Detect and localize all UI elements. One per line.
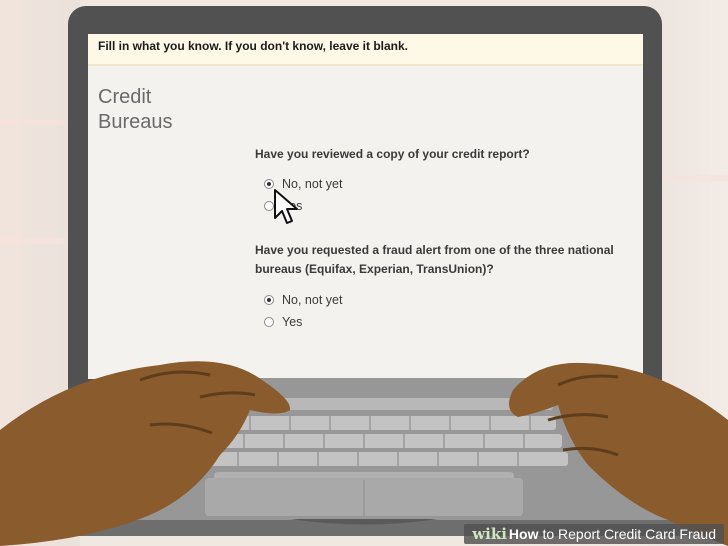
right-hand	[509, 362, 728, 546]
mouse-cursor-icon	[274, 189, 298, 224]
question-credit-report: Have you reviewed a copy of your credit …	[255, 147, 530, 161]
instruction-text: Fill in what you know. If you don't know…	[98, 39, 408, 53]
option-label: Yes	[282, 315, 303, 329]
instruction-banner: Fill in what you know. If you don't know…	[88, 34, 643, 66]
section-title: Credit Bureaus	[98, 85, 218, 135]
background-shelf	[0, 120, 65, 126]
laptop-screen: Fill in what you know. If you don't know…	[88, 34, 643, 379]
option-label: No, not yet	[282, 293, 343, 307]
radio-button[interactable]	[264, 317, 274, 327]
section-title-line2: Bureaus	[98, 111, 173, 133]
watermark-wiki: wiki	[472, 525, 507, 543]
watermark-title: to Report Credit Card Fraud	[542, 526, 716, 542]
radio-option-no-fraud-alert[interactable]: No, not yet	[264, 293, 342, 307]
question-fraud-alert: Have you requested a fraud alert from on…	[255, 241, 635, 279]
radio-option-yes-fraud-alert[interactable]: Yes	[264, 315, 302, 329]
question-line2: bureaus (Equifax, Experian, TransUnion)?	[255, 262, 494, 276]
question-line1: Have you requested a fraud alert from on…	[255, 243, 614, 257]
left-hand	[0, 361, 291, 546]
background-shelf	[0, 238, 65, 244]
section-title-line1: Credit	[98, 86, 152, 108]
radio-button[interactable]	[264, 295, 274, 305]
watermark-how: How	[508, 526, 539, 542]
wikihow-watermark: wiki How to Report Credit Card Fraud	[464, 524, 724, 544]
background-shelf	[663, 175, 728, 181]
